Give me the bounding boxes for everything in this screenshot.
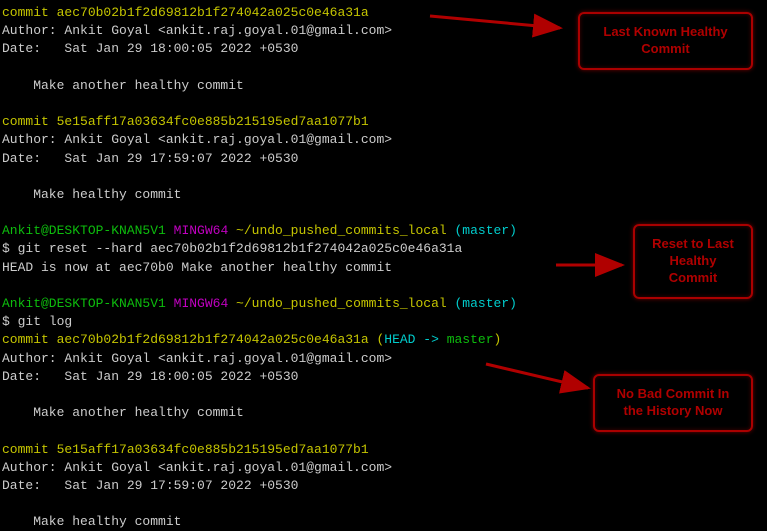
callout-reset: Reset to LastHealthyCommit [633, 224, 753, 299]
commit-date: Date: Sat Jan 29 17:59:07 2022 +0530 [2, 477, 765, 495]
command-input[interactable]: $ git log [2, 313, 765, 331]
commit-author: Author: Ankit Goyal <ankit.raj.goyal.01@… [2, 131, 765, 149]
commit-hash: commit 5e15aff17a03634fc0e885b215195ed7a… [2, 441, 765, 459]
commit-message: Make healthy commit [2, 186, 765, 204]
commit-hash: commit aec70b02b1f2d69812b1f274042a025c0… [2, 331, 765, 349]
commit-author: Author: Ankit Goyal <ankit.raj.goyal.01@… [2, 350, 765, 368]
commit-message: Make healthy commit [2, 513, 765, 531]
commit-hash: commit 5e15aff17a03634fc0e885b215195ed7a… [2, 113, 765, 131]
callout-no-bad: No Bad Commit Inthe History Now [593, 374, 753, 432]
commit-date: Date: Sat Jan 29 17:59:07 2022 +0530 [2, 150, 765, 168]
commit-author: Author: Ankit Goyal <ankit.raj.goyal.01@… [2, 459, 765, 477]
callout-last-healthy: Last Known HealthyCommit [578, 12, 753, 70]
commit-message: Make another healthy commit [2, 77, 765, 95]
